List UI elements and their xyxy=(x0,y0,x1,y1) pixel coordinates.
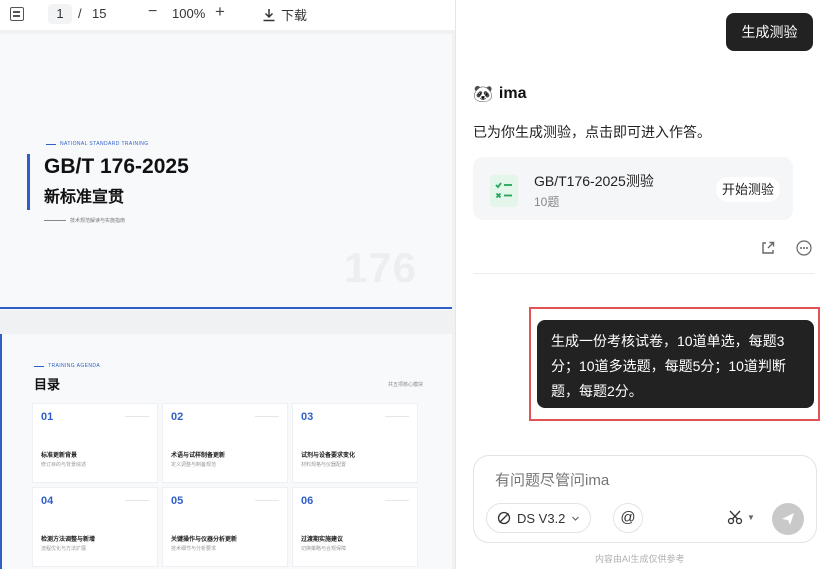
agenda-card: 01 标准更新背景 修订目的与背景综述 xyxy=(32,403,158,483)
agenda-card-rule xyxy=(385,416,409,417)
agenda-card-title: 过渡期实施建议 xyxy=(301,537,344,543)
mention-button[interactable]: @ xyxy=(613,503,643,533)
model-brain-icon xyxy=(497,511,511,525)
total-pages: 15 xyxy=(92,6,107,21)
agenda-grid: 01 标准更新背景 修订目的与背景综述 02 术语与试样制备更新 定义调整与制备… xyxy=(32,403,418,567)
download-label: 下载 xyxy=(281,8,308,23)
page1-subtitle: 新标准宣贯 xyxy=(44,189,125,206)
more-options-icon[interactable] xyxy=(796,240,812,256)
page1-watermark: 176 xyxy=(344,244,418,291)
agenda-card: 04 检测方法调整与新增 流程优化与方法扩展 xyxy=(32,487,158,567)
page1-eyebrow: NATIONAL STANDARD TRAINING xyxy=(46,141,149,147)
agenda-card-title: 试剂与设备要求变化 xyxy=(301,453,356,459)
chat-input[interactable] xyxy=(495,472,755,489)
bot-header: 🐼 ima xyxy=(473,84,527,104)
user-message-generate-quiz: 生成测验 xyxy=(726,13,813,51)
user-message-bubble: 生成一份考核试卷，10道单选，每题3分；10道多选题，每题5分；10道判断题，每… xyxy=(537,320,814,408)
zoom-in-button[interactable]: + xyxy=(215,2,225,22)
zoom-level[interactable]: 100% xyxy=(172,6,205,21)
quiz-question-count: 10题 xyxy=(534,195,560,209)
agenda-card-number: 05 xyxy=(171,495,184,507)
agenda-card-desc: 定义调整与制备规范 xyxy=(171,462,217,468)
scissors-icon xyxy=(727,510,743,525)
agenda-card: 03 试剂与设备要求变化 材料规格与仪器配置 xyxy=(292,403,418,483)
quiz-card[interactable]: GB/T176-2025测验 10题 开始测验 xyxy=(473,157,793,220)
download-icon xyxy=(262,8,276,22)
chat-panel: 生成测验 🐼 ima 已为你生成测验，点击即可进入作答。 GB/T176-202… xyxy=(457,0,822,569)
clip-tool-button[interactable]: ▼ xyxy=(727,509,755,525)
quiz-title: GB/T176-2025测验 xyxy=(534,173,654,189)
page2-note: 共五项核心模块 xyxy=(388,382,424,388)
start-quiz-button[interactable]: 开始测验 xyxy=(716,177,781,202)
agenda-card-desc: 材料规格与仪器配置 xyxy=(301,462,347,468)
agenda-card-number: 06 xyxy=(301,495,314,507)
zoom-out-button[interactable]: − xyxy=(148,3,157,21)
agenda-card-number: 01 xyxy=(41,411,54,423)
page1-bottom-rule xyxy=(0,307,452,309)
page-number-input[interactable]: 1 xyxy=(48,4,72,24)
page2-eyebrow: TRAINING AGENDA xyxy=(34,363,100,369)
ai-disclaimer: 内容由AI生成仅供参考 xyxy=(595,554,685,564)
chevron-down-icon xyxy=(572,516,580,521)
download-button[interactable]: 下载 xyxy=(262,5,307,24)
agenda-card-title: 关键操作与仪器分析更新 xyxy=(171,537,238,543)
page1-title: GB/T 176-2025 xyxy=(44,155,189,178)
agenda-card-number: 02 xyxy=(171,411,184,423)
model-selector[interactable]: DS V3.2 xyxy=(486,503,592,533)
agenda-card-title: 检测方法调整与新增 xyxy=(41,537,96,543)
agenda-card-rule xyxy=(255,500,279,501)
agenda-card-desc: 流程优化与方法扩展 xyxy=(41,546,87,552)
page1-tagline: 技术规范解读与实施指南 xyxy=(44,217,125,224)
page-separator: / xyxy=(78,6,82,21)
agenda-card-title: 标准更新背景 xyxy=(41,453,78,459)
agenda-card: 06 过渡期实施建议 切换策略与合规保障 xyxy=(292,487,418,567)
send-icon xyxy=(782,513,794,525)
page1-accent-bar xyxy=(27,154,30,210)
chat-divider xyxy=(473,273,815,274)
send-button[interactable] xyxy=(772,503,804,535)
agenda-card-rule xyxy=(255,416,279,417)
share-icon[interactable] xyxy=(760,240,776,256)
chat-input-box: DS V3.2 @ ▼ xyxy=(473,455,817,543)
agenda-card-title: 术语与试样制备更新 xyxy=(171,453,226,459)
page2-accent-bar xyxy=(0,334,2,569)
page2-title: 目录 xyxy=(34,377,61,392)
model-name: DS V3.2 xyxy=(517,510,566,526)
bot-name: ima xyxy=(498,85,527,102)
agenda-card-rule xyxy=(125,416,149,417)
dropdown-caret-icon: ▼ xyxy=(747,512,755,522)
agenda-card-desc: 技术细节与分析要求 xyxy=(171,546,217,552)
agenda-card-number: 04 xyxy=(41,495,54,507)
agenda-card-rule xyxy=(125,500,149,501)
pdf-viewer: 1 / 15 − 100% + 下载 NATIONAL STANDARD TRA… xyxy=(0,0,456,569)
pdf-toolbar: 1 / 15 − 100% + 下载 xyxy=(0,0,455,30)
agenda-card-desc: 修订目的与背景综述 xyxy=(41,462,87,468)
quiz-sheet-icon xyxy=(489,174,519,208)
sidebar-toggle-icon[interactable] xyxy=(10,7,24,21)
agenda-card-number: 03 xyxy=(301,411,314,423)
agenda-card: 02 术语与试样制备更新 定义调整与制备规范 xyxy=(162,403,288,483)
agenda-card-desc: 切换策略与合规保障 xyxy=(301,546,347,552)
agenda-card: 05 关键操作与仪器分析更新 技术细节与分析要求 xyxy=(162,487,288,567)
panda-avatar-icon: 🐼 xyxy=(473,86,493,103)
agenda-card-rule xyxy=(385,500,409,501)
bot-message: 已为你生成测验，点击即可进入作答。 xyxy=(473,124,711,140)
